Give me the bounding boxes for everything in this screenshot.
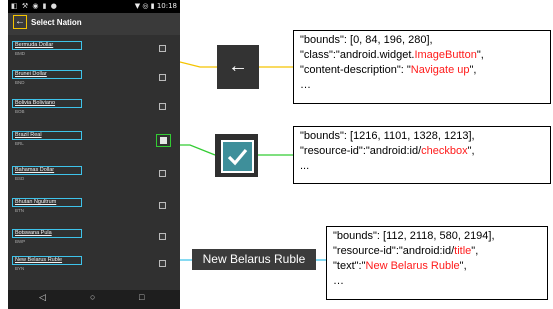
phone-screen: ◧ ⚒ ◉ ▮ ● ▼ ◎ ▮ 10:18 ← Select Nation Be… [8,0,180,309]
home-nav-icon[interactable]: ○ [90,292,95,302]
resource-id-line: "resource-id":"android:id/checkbox", [300,145,475,157]
checkbox[interactable] [159,202,166,209]
checkbox[interactable] [159,233,166,240]
currency-name: Bhutan Ngultrum [12,198,82,207]
currency-name: New Belarus Ruble [12,256,82,265]
status-bar: ◧ ⚒ ◉ ▮ ● ▼ ◎ ▮ 10:18 [8,0,180,13]
page-title: Select Nation [31,18,82,27]
checkbox-attributes: "bounds": [1216, 1101, 1328, 1213], "res… [293,126,551,184]
checkbox[interactable] [160,137,167,144]
currency-name: Bermuda Dollar [12,41,82,50]
list-item[interactable]: Bolivia Boliviano BOB [8,93,180,130]
checkbox-zoom [215,134,258,177]
currency-name: Brunei Dollar [12,70,82,79]
content-description-line: "content-description": "Navigate up", [300,64,477,76]
checkbox[interactable] [159,45,166,52]
currency-code: BND [15,80,25,85]
status-clock: ▼ ◎ ▮ 10:18 [134,2,177,10]
ellipsis: ... [300,160,310,172]
title-zoom: New Belarus Ruble [192,249,316,270]
checkbox[interactable] [159,170,166,177]
currency-code: BOB [15,109,25,114]
currency-code: BRL [15,141,24,146]
recents-nav-icon[interactable]: □ [139,292,144,302]
status-icons: ◧ ⚒ ◉ ▮ ● [11,2,58,10]
currency-name: Brazil Real [12,131,82,140]
bounds-line: "bounds": [0, 84, 196, 280], [300,34,433,46]
text-line: "text":"New Belarus Ruble", [333,260,467,272]
checkbox[interactable] [159,74,166,81]
list-item[interactable]: Brazil Real BRL [8,126,180,163]
title-attributes: "bounds": [112, 2118, 580, 2194], "resou… [326,226,548,300]
currency-code: BWP [15,239,26,244]
currency-code: BTN [15,208,24,213]
currency-code: BSD [15,176,25,181]
ellipsis: … [333,275,344,287]
back-nav-icon[interactable]: ◁ [39,292,46,303]
currency-code: BYN [15,266,25,271]
back-arrow-icon: ← [15,16,25,27]
ellipsis: … [300,79,311,91]
class-line: "class":"android.widget.ImageButton", [300,49,484,61]
resource-id-line: "resource-id":"android:id/title", [333,245,479,257]
bounds-line: "bounds": [112, 2118, 580, 2194], [333,230,495,242]
back-arrow-icon: ← [228,55,248,77]
currency-code: BMD [15,51,25,56]
list-item[interactable]: New Belarus Ruble BYN [8,251,180,288]
navigate-up-button[interactable]: ← [13,15,27,29]
checkbox[interactable] [159,103,166,110]
back-button-attributes: "bounds": [0, 84, 196, 280], "class":"an… [293,30,551,104]
bounds-line: "bounds": [1216, 1101, 1328, 1213], [300,130,475,142]
currency-name: Bolivia Boliviano [12,99,82,108]
checkbox[interactable] [159,260,166,267]
currency-name: Bahamas Dollar [12,166,82,175]
back-button-zoom: ← [217,45,259,89]
checkbox-checked-icon [221,140,254,173]
currency-name: Botswana Pula [12,229,82,238]
